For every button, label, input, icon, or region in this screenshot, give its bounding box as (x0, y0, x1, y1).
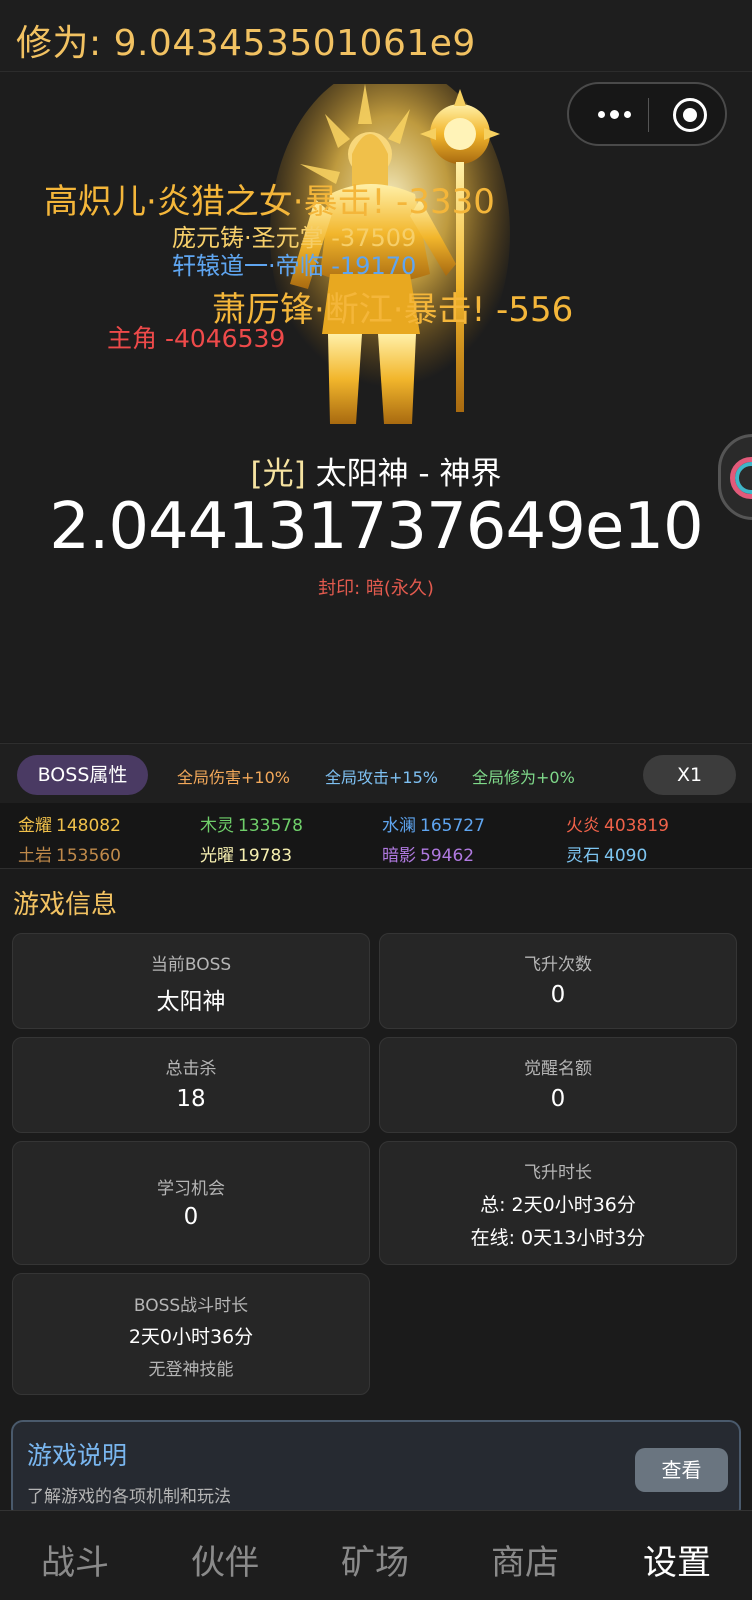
boss-name: 太阳神 - 神界 (315, 456, 502, 492)
game-guide-title: 游戏说明 (27, 1441, 128, 1470)
tab-battle[interactable]: 战斗 (0, 1535, 150, 1584)
tab-settings[interactable]: 设置 (602, 1535, 752, 1584)
card-label: 总击杀 (165, 1059, 217, 1079)
damage-number: 主角 -4046539 (107, 324, 286, 353)
element-value: 19783 (238, 846, 293, 866)
card-value: 0 (183, 1204, 199, 1230)
tab-mine[interactable]: 矿场 (300, 1535, 450, 1584)
ascend-time-total: 总: 2天0小时36分 (480, 1194, 636, 1216)
awaken-quota-card: 觉醒名额 0 (379, 1037, 737, 1133)
bottom-tab-bar: 战斗 伙伴 矿场 商店 设置 (0, 1510, 752, 1600)
card-note: 无登神技能 (148, 1360, 234, 1380)
card-label: 当前BOSS (150, 955, 232, 975)
ascend-time-card: 飞升时长 总: 2天0小时36分 在线: 0天13小时3分 (379, 1141, 737, 1265)
card-label: 学习机会 (157, 1179, 225, 1199)
battle-stage: 高炽儿·炎猎之女·暴击! -3330 庞元铸·圣元掌 -37509 轩辕道一·帝… (0, 72, 752, 742)
element-name: 木灵 (200, 816, 234, 836)
game-guide-panel: 游戏说明 了解游戏的各项机制和玩法 查看 (11, 1420, 741, 1520)
card-label: 觉醒名额 (524, 1059, 592, 1079)
element-stats: 金耀 148082 木灵 133578 水澜 165727 火炎 403819 土岩 15… (0, 803, 752, 869)
close-target-icon[interactable] (673, 98, 707, 132)
element-stat: 土岩 153560 (18, 841, 121, 866)
tab-shop[interactable]: 商店 (450, 1535, 600, 1584)
view-guide-button[interactable]: 查看 (635, 1448, 728, 1492)
element-value: 148082 (56, 816, 121, 836)
damage-number: 高炽儿·炎猎之女·暴击! -3330 (44, 182, 495, 222)
global-cultivation-buff: 全局修为+0% (472, 768, 575, 787)
boss-attributes-button[interactable]: BOSS属性 (17, 755, 148, 795)
boss-name-line: [光] 太阳神 - 神界 (0, 448, 752, 493)
total-kills-card: 总击杀 18 (12, 1037, 370, 1133)
element-stat: 灵石 4090 (566, 841, 647, 866)
card-value: 2天0小时36分 (128, 1326, 254, 1348)
damage-number: 轩辕道一·帝临 -19170 (172, 252, 417, 280)
element-name: 灵石 (566, 846, 600, 866)
ascend-time-online: 在线: 0天13小时3分 (470, 1227, 646, 1249)
boss-element-tag: [光] (250, 456, 306, 492)
ascend-count-card: 飞升次数 0 (379, 933, 737, 1029)
element-stat: 木灵 133578 (200, 811, 303, 836)
card-label: BOSS战斗时长 (133, 1296, 249, 1316)
card-label: 飞升次数 (524, 955, 592, 975)
card-label: 飞升时长 (524, 1163, 592, 1183)
element-value: 165727 (420, 816, 485, 836)
global-damage-buff: 全局伤害+10% (177, 768, 290, 787)
element-value: 403819 (604, 816, 669, 836)
element-stat: 金耀 148082 (18, 811, 121, 836)
card-value: 0 (550, 1086, 566, 1112)
boss-hp-value: 2.044131737649e10 (49, 490, 704, 564)
card-value: 18 (176, 1086, 206, 1112)
boss-fight-time-card: BOSS战斗时长 2天0小时36分 无登神技能 (12, 1273, 370, 1395)
element-name: 水澜 (382, 816, 416, 836)
element-name: 土岩 (18, 846, 52, 866)
element-stat: 暗影 59462 (382, 841, 474, 866)
element-stat: 光曜 19783 (200, 841, 292, 866)
learn-chance-card: 学习机会 0 (12, 1141, 370, 1265)
capsule-divider (648, 98, 649, 132)
game-info-title: 游戏信息 (13, 890, 118, 920)
element-value: 59462 (420, 846, 475, 866)
game-guide-desc: 了解游戏的各项机制和玩法 (27, 1487, 231, 1507)
element-name: 光曜 (200, 846, 234, 866)
tab-partner[interactable]: 伙伴 (150, 1535, 300, 1584)
card-value: 0 (550, 982, 566, 1008)
element-name: 暗影 (382, 846, 416, 866)
element-stat: 火炎 403819 (566, 811, 669, 836)
global-attack-buff: 全局攻击+15% (325, 768, 438, 787)
element-value: 4090 (604, 846, 648, 866)
element-value: 153560 (56, 846, 121, 866)
buff-bar: BOSS属性 全局伤害+10% 全局攻击+15% 全局修为+0% X1 (0, 743, 752, 803)
element-name: 火炎 (566, 816, 600, 836)
element-value: 133578 (238, 816, 303, 836)
ring-icon (730, 457, 752, 499)
top-bar: 修为: 9.043453501061e9 (0, 0, 752, 72)
boss-seal-status: 封印: 暗(永久) (318, 578, 434, 599)
element-stat: 水澜 165727 (382, 811, 485, 836)
element-name: 金耀 (18, 816, 52, 836)
more-dots-icon[interactable] (589, 102, 639, 126)
window-capsule (567, 82, 727, 146)
speed-button[interactable]: X1 (643, 755, 736, 795)
current-boss-card: 当前BOSS 太阳神 (12, 933, 370, 1029)
card-value: 太阳神 (156, 989, 226, 1015)
cultivation-value: 修为: 9.043453501061e9 (16, 23, 476, 64)
